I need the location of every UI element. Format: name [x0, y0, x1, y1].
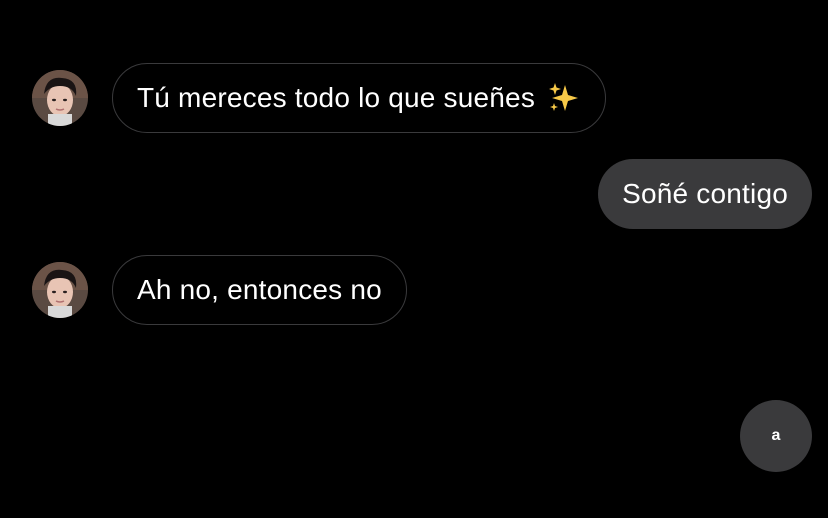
message-bubble-received[interactable]: Tú mereces todo lo que sueñes [112, 63, 607, 133]
contact-avatar[interactable] [32, 262, 88, 318]
chat-thread: Tú mereces todo lo que sueñes Soñé conti… [0, 0, 828, 518]
message-text: Tú mereces todo lo que sueñes [137, 82, 536, 113]
message-row-received: Ah no, entonces no [32, 255, 407, 325]
floating-button-label: a [771, 427, 781, 444]
contact-avatar[interactable] [32, 70, 88, 126]
message-row-received: Tú mereces todo lo que sueñes [32, 63, 607, 133]
message-text: Soñé contigo [622, 178, 788, 209]
message-bubble-received[interactable]: Ah no, entonces no [112, 255, 407, 325]
floating-action-button[interactable]: a [740, 400, 812, 472]
sparkles-icon [547, 81, 581, 115]
message-bubble-sent[interactable]: Soñé contigo [598, 159, 812, 229]
message-row-sent: Soñé contigo [598, 159, 812, 229]
message-text: Ah no, entonces no [137, 274, 382, 305]
